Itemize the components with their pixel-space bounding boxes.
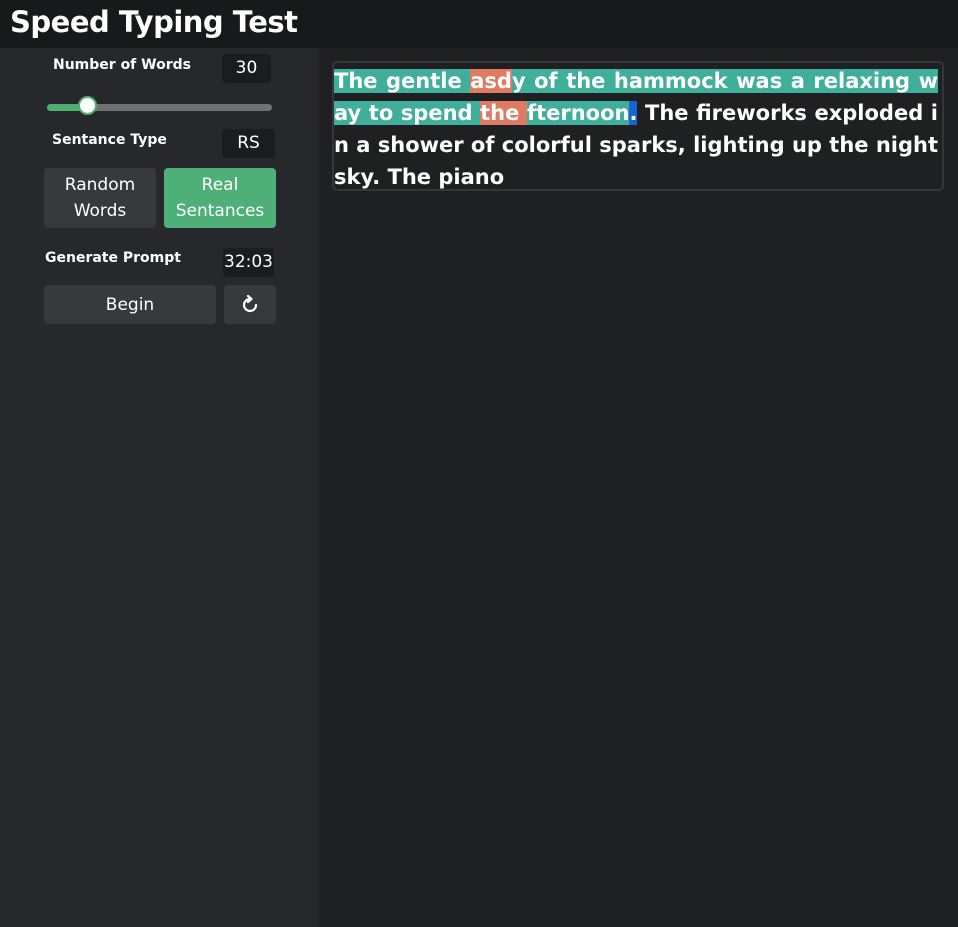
words-value: 30 [222,54,271,83]
prompt-text: The gentle asdy of the hammock was a rel… [334,65,938,193]
generate-prompt-label: Generate Prompt [45,250,181,266]
prompt-segment-error: the [480,101,527,125]
timer-display: 32:03 [223,248,274,277]
real-sentences-button[interactable]: Real Sentances [164,168,276,228]
top-bar: Speed Typing Test [0,0,958,48]
begin-label: Begin [105,294,155,315]
begin-button[interactable]: Begin [44,285,216,324]
reset-button[interactable] [224,285,276,324]
words-slider[interactable] [47,96,272,115]
prompt-segment-error: asd [470,69,512,93]
sentence-type-value: RS [222,129,275,158]
slider-thumb[interactable] [77,96,97,115]
real-sentences-label: Real Sentances [175,175,265,221]
random-words-button[interactable]: Random Words [44,168,156,228]
prompt-segment-correct: fternoon [526,101,630,125]
prompt-segment-correct: The gentle [334,69,471,93]
refresh-icon [240,294,260,315]
words-label: Number of Words [53,57,191,73]
sentence-type-label: Sentance Type [52,132,167,148]
random-words-label: Random Words [64,175,136,221]
app-title: Speed Typing Test [10,5,298,39]
